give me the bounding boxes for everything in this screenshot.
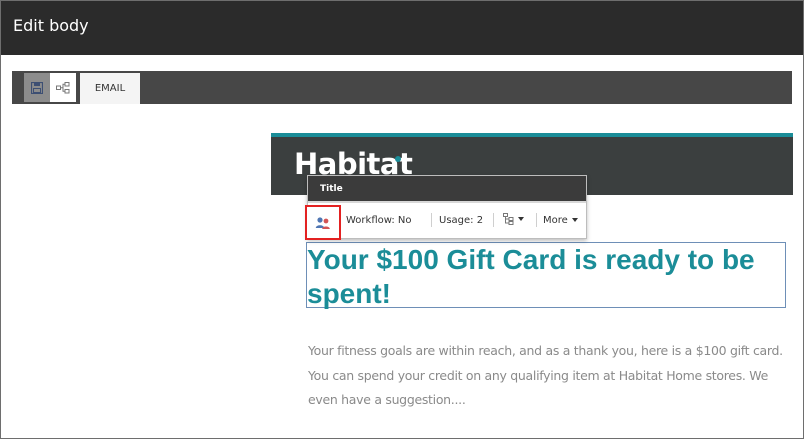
save-button[interactable] <box>24 73 50 102</box>
chevron-down-icon <box>571 218 578 222</box>
chrome-header: Title <box>308 176 586 203</box>
more-dropdown[interactable]: More <box>543 215 578 226</box>
more-label: More <box>543 215 568 226</box>
tab-email[interactable]: EMAIL <box>80 73 140 104</box>
email-body-text[interactable]: Your fitness goals are within reach, and… <box>308 339 788 413</box>
separator <box>493 213 494 227</box>
field-chrome-toolbar: Title Workflow: No Usage: 2 More <box>305 175 587 240</box>
datasource-dropdown[interactable] <box>503 213 524 225</box>
save-icon <box>31 81 43 94</box>
tree-structure-icon <box>56 81 70 93</box>
usage-count[interactable]: Usage: 2 <box>439 215 483 226</box>
dialog-title: Edit body <box>13 16 89 35</box>
structure-button[interactable] <box>50 73 76 102</box>
workflow-status[interactable]: Workflow: No <box>346 215 412 226</box>
chrome-title: Title <box>320 184 343 194</box>
email-heading[interactable]: Your $100 Gift Card is ready to be spent… <box>307 243 777 311</box>
users-icon <box>315 216 330 229</box>
logo-dot <box>395 156 401 162</box>
edit-body-dialog: Edit body EMAIL Habitat Your $100 Gift C… <box>0 0 804 439</box>
separator <box>431 213 432 227</box>
chevron-down-icon <box>518 217 524 221</box>
chrome-commands: Workflow: No Usage: 2 More <box>305 205 586 240</box>
personalize-button[interactable] <box>305 205 341 240</box>
separator <box>536 213 537 227</box>
datasource-tree-icon <box>503 213 514 225</box>
dialog-titlebar: Edit body <box>1 1 803 55</box>
editor-toolbar: EMAIL <box>12 71 792 104</box>
